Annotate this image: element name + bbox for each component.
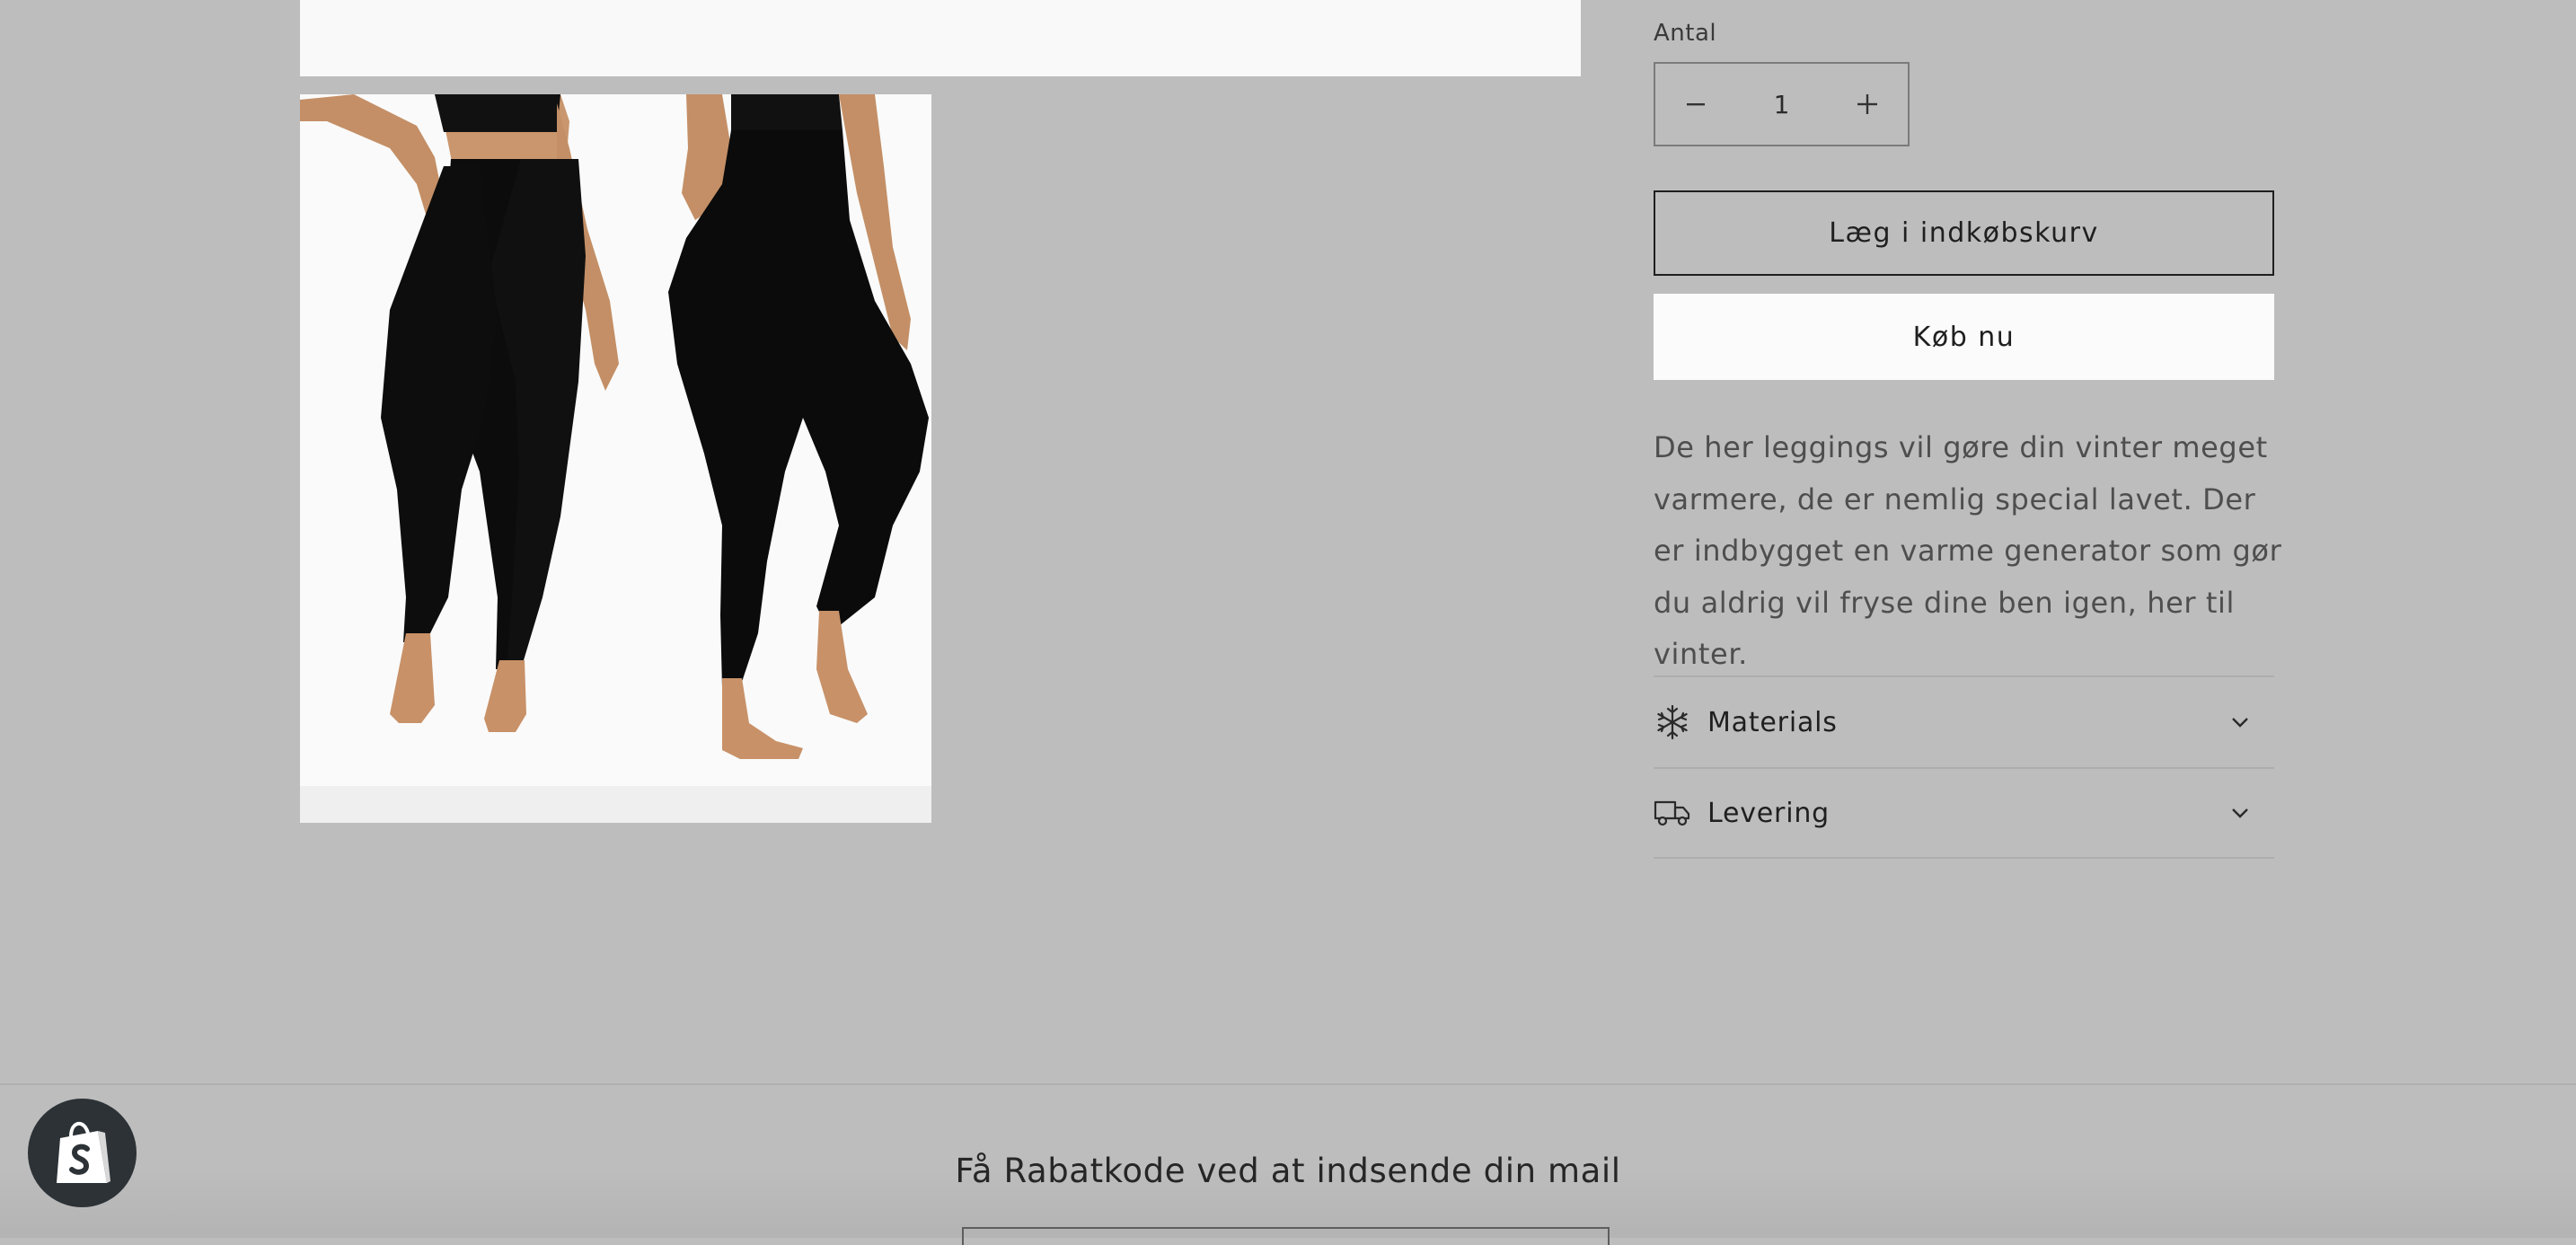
accordion-levering-label: Levering bbox=[1707, 797, 1830, 829]
chevron-down-icon bbox=[2224, 797, 2256, 829]
accordion-materials[interactable]: Materials bbox=[1654, 675, 2274, 767]
buy-now-button[interactable]: Køb nu bbox=[1654, 294, 2274, 380]
quantity-increase-button[interactable] bbox=[1827, 64, 1908, 145]
snowflake-icon bbox=[1654, 703, 1691, 741]
product-image-leggings[interactable] bbox=[300, 94, 931, 823]
add-to-cart-button[interactable]: Læg i indkøbskurv bbox=[1654, 190, 2274, 276]
truck-icon bbox=[1654, 794, 1691, 832]
newsletter-email-input[interactable] bbox=[962, 1227, 1610, 1245]
quantity-input[interactable]: 1 bbox=[1736, 64, 1827, 145]
minus-icon bbox=[1687, 103, 1705, 106]
plus-icon bbox=[1857, 94, 1877, 114]
footer-divider bbox=[0, 1083, 2576, 1085]
accordion-levering[interactable]: Levering bbox=[1654, 767, 2274, 859]
shopify-bag-icon bbox=[56, 1121, 110, 1183]
accordion-materials-label: Materials bbox=[1707, 706, 1838, 738]
quantity-decrease-button[interactable] bbox=[1655, 64, 1736, 145]
quantity-label: Antal bbox=[1654, 20, 1717, 47]
product-description: De her leggings vil gøre din vinter mege… bbox=[1654, 430, 2282, 671]
newsletter-heading: Få Rabatkode ved at indsende din mail bbox=[955, 1152, 1621, 1190]
product-image-top bbox=[300, 0, 1581, 76]
quantity-stepper: 1 bbox=[1654, 62, 1910, 146]
chevron-down-icon bbox=[2224, 706, 2256, 738]
shopify-badge-button[interactable] bbox=[28, 1099, 137, 1207]
